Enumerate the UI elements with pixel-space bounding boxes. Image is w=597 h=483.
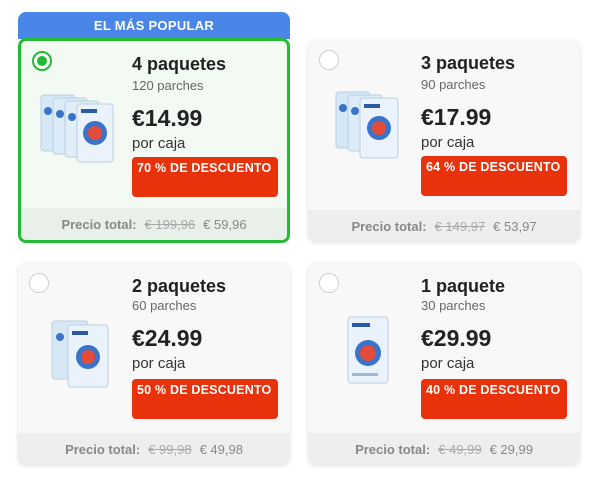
total-price-bar: Precio total: € 199,96 € 59,96 (21, 208, 287, 240)
offer-card-1-pack[interactable]: 1 paquete 30 parches €29.99 por caja 40 … (308, 263, 580, 465)
patch-box-stack-3-icon (335, 91, 399, 159)
offer-price: €24.99 (132, 325, 203, 351)
offer-radio-2-packs[interactable] (29, 273, 49, 293)
offer-card-2-packs[interactable]: 2 paquetes 60 parches €24.99 por caja 50… (18, 263, 290, 465)
most-popular-banner: EL MÁS POPULAR (18, 12, 290, 39)
total-price-bar: Precio total: € 99,98 € 49,98 (18, 433, 290, 465)
offer-radio-4-packs[interactable] (32, 51, 52, 71)
offer-subtitle: 60 parches (132, 298, 197, 313)
offer-per-box: por caja (132, 135, 186, 152)
total-price-label: Precio total: (351, 218, 427, 234)
offer-radio-3-packs[interactable] (319, 50, 339, 70)
patch-box-stack-2-icon (51, 320, 109, 388)
new-total-price: € 59,96 (203, 216, 247, 232)
new-total-price: € 29,99 (489, 441, 533, 457)
new-total-price: € 53,97 (493, 218, 537, 234)
offer-price: €14.99 (132, 105, 203, 131)
old-total-price: € 49,99 (438, 441, 482, 457)
offer-grid: EL MÁS POPULAR 4 paquetes 120 parches €1… (0, 0, 597, 483)
discount-badge: 70 % DE DESCUENTO (132, 157, 278, 197)
offer-radio-1-pack[interactable] (319, 273, 339, 293)
offer-title: 1 paquete (421, 276, 506, 296)
old-total-price: € 99,98 (148, 441, 192, 457)
new-total-price: € 49,98 (199, 441, 243, 457)
offer-title: 3 paquetes (421, 53, 516, 73)
offer-title: 4 paquetes (132, 54, 227, 74)
offer-per-box: por caja (132, 355, 186, 372)
offer-price: €17.99 (421, 104, 492, 130)
offer-title: 2 paquetes (132, 276, 227, 296)
total-price-bar: Precio total: € 149,97 € 53,97 (308, 210, 580, 242)
offer-price: €29.99 (421, 325, 492, 351)
old-total-price: € 149,97 (434, 218, 486, 234)
discount-badge: 40 % DE DESCUENTO (421, 379, 567, 419)
offer-card-3-packs[interactable]: 3 paquetes 90 parches €17.99 por caja 64… (308, 40, 580, 242)
discount-badge: 50 % DE DESCUENTO (132, 379, 278, 419)
total-price-bar: Precio total: € 49,99 € 29,99 (308, 433, 580, 465)
offer-subtitle: 90 parches (421, 77, 486, 92)
offer-per-box: por caja (421, 355, 475, 372)
total-price-label: Precio total: (355, 441, 431, 457)
offer-subtitle: 30 parches (421, 298, 486, 313)
old-total-price: € 199,96 (144, 216, 196, 232)
discount-badge: 64 % DE DESCUENTO (421, 156, 567, 196)
offer-subtitle: 120 parches (132, 78, 204, 93)
patch-box-stack-4-icon (40, 94, 114, 163)
total-price-label: Precio total: (65, 441, 141, 457)
patch-box-single-icon (347, 316, 389, 384)
offer-per-box: por caja (421, 134, 475, 151)
offer-card-4-packs[interactable]: 4 paquetes 120 parches €14.99 por caja 7… (18, 38, 290, 243)
total-price-label: Precio total: (61, 216, 137, 232)
